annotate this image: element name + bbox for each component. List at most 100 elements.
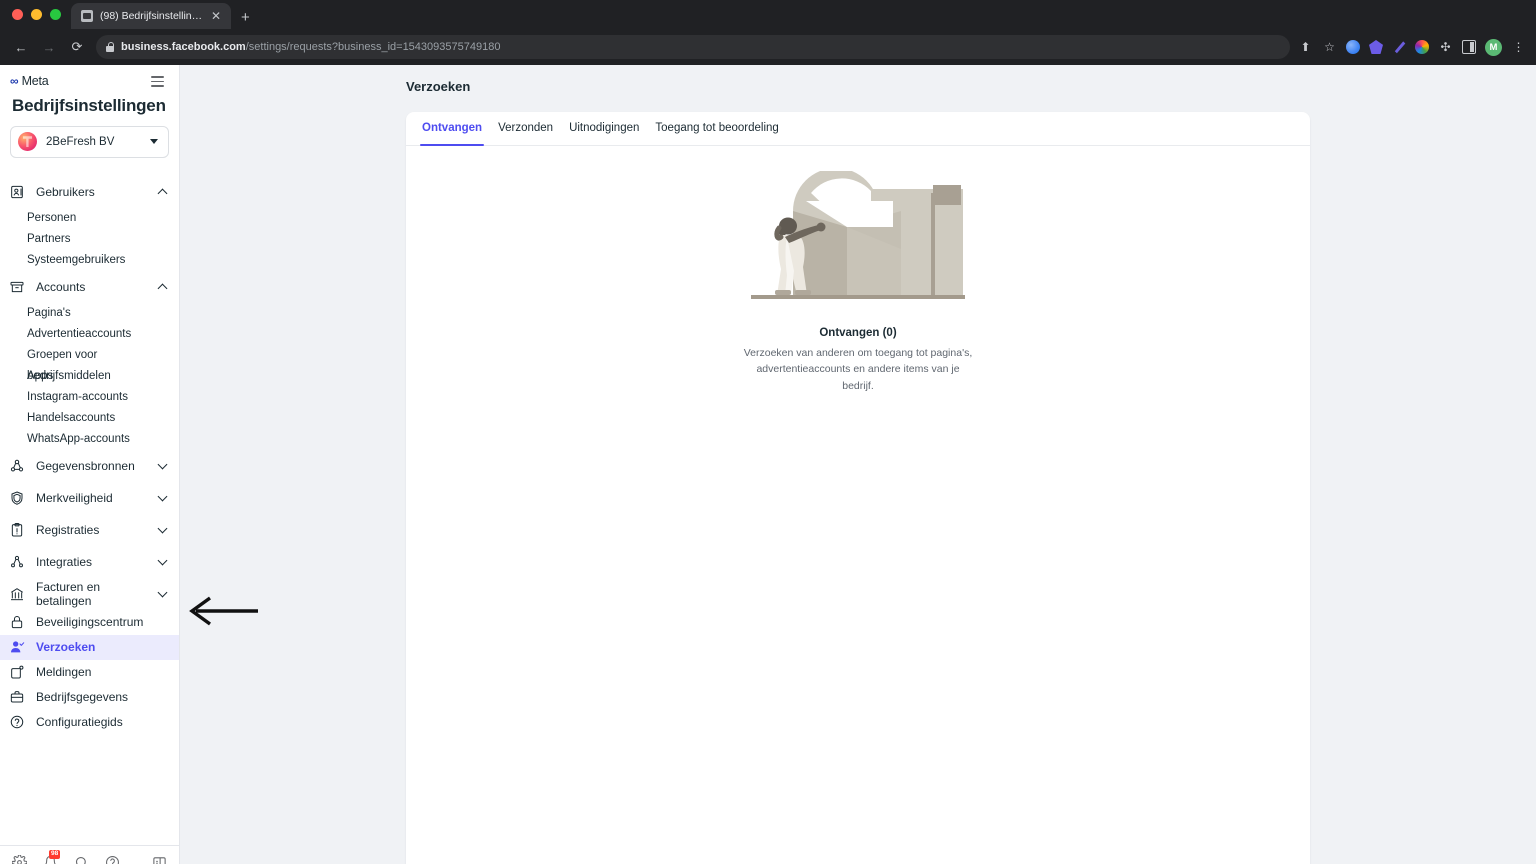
sidebar-item-whatsapp-accounts[interactable]: WhatsApp-accounts (0, 429, 179, 450)
side-panel-icon[interactable] (1462, 40, 1476, 54)
users-card-icon (8, 183, 25, 200)
empty-state: Ontvangen (0) Verzoeken van anderen om t… (406, 146, 1310, 394)
left-pointing-arrow-annotation (188, 596, 260, 631)
sidebar-group-accounts[interactable]: Accounts (0, 271, 179, 303)
tab-ontvangen[interactable]: Ontvangen (414, 112, 490, 146)
sidebar-item-handelsaccounts[interactable]: Handelsaccounts (0, 408, 179, 429)
sidebar-group-registraties[interactable]: Registraties (0, 514, 179, 546)
browser-omnibar: ← → ⟳ business.facebook.com/settings/req… (0, 29, 1536, 65)
sidebar-brand-row: ∞ Meta (0, 65, 179, 92)
sidebar-group-label: Gebruikers (36, 184, 95, 199)
sidebar-item-bedrijfsgegevens[interactable]: Bedrijfsgegevens (0, 685, 179, 710)
sidebar-group-merkveiligheid[interactable]: Merkveiligheid (0, 482, 179, 514)
forward-button[interactable]: → (36, 34, 62, 60)
extension-icon-3[interactable] (1394, 41, 1406, 54)
search-icon[interactable] (74, 854, 89, 864)
sidebar-item-verzoeken[interactable]: Verzoeken (0, 634, 179, 660)
extension-icon-2[interactable] (1369, 40, 1383, 54)
business-avatar (18, 132, 37, 152)
maximize-window-button[interactable] (50, 9, 61, 20)
collapse-panel-icon[interactable] (152, 854, 167, 864)
share-icon[interactable]: ⬆ (1298, 40, 1313, 55)
chevron-up-icon (158, 187, 167, 196)
sidebar-group-label: Registraties (36, 522, 100, 537)
new-tab-button[interactable]: + (241, 10, 250, 25)
sidebar-group-label: Accounts (36, 279, 86, 294)
tab-verzonden[interactable]: Verzonden (490, 112, 561, 146)
back-button[interactable]: ← (8, 34, 34, 60)
sidebar-group-gegevensbronnen[interactable]: Gegevensbronnen (0, 450, 179, 482)
sidebar-item-partners[interactable]: Partners (0, 229, 179, 250)
sidebar-group: Facturen en betalingen (0, 578, 179, 610)
minimize-window-button[interactable] (31, 9, 42, 20)
sidebar-group: Gebruikers Personen Partners Systeemgebruik… (0, 176, 179, 271)
sidebar-nav-leaves: Beveiligingscentrum Verzoeken Meldingen Bed… (0, 610, 179, 735)
clipboard-icon (8, 521, 25, 538)
lock-icon (8, 614, 25, 631)
star-icon[interactable]: ☆ (1322, 40, 1337, 55)
integrations-icon (8, 553, 25, 570)
sidebar-item-advertentieaccounts[interactable]: Advertentieaccounts (0, 324, 179, 345)
profile-avatar[interactable]: M (1485, 38, 1502, 56)
meta-infinity-icon: ∞ (10, 74, 19, 89)
sidebar-group-label: Facturen en betalingen (36, 579, 101, 608)
chevron-down-icon (158, 461, 167, 470)
sidebar-group: Integraties (0, 546, 179, 578)
main-content: Verzoeken Ontvangen Verzonden Uitnodiginge… (180, 65, 1536, 864)
hamburger-menu-icon[interactable] (148, 73, 167, 90)
tab-toegang-tot-beoordeling[interactable]: Toegang tot beoordeling (647, 112, 786, 146)
sidebar-item-label: Verzoeken (36, 640, 96, 655)
data-sources-icon (8, 457, 25, 474)
extension-icon-1[interactable] (1346, 40, 1360, 54)
sidebar-item-configuratiegids[interactable]: Configuratiegids (0, 710, 179, 735)
tab-title: (98) Bedrijfsinstellingen (100, 10, 203, 22)
sidebar-group: Registraties (0, 514, 179, 546)
sidebar-group: Merkveiligheid (0, 482, 179, 514)
notifications-badge: 98 (49, 850, 61, 859)
bank-icon (8, 585, 25, 602)
sidebar-item-instagram-accounts[interactable]: Instagram-accounts (0, 387, 179, 408)
empty-state-title: Ontvangen (0) (819, 327, 897, 339)
chevron-down-icon (158, 525, 167, 534)
window-traffic-lights (10, 0, 71, 29)
requests-card: Ontvangen Verzonden Uitnodigingen Toegang t… (406, 112, 1310, 864)
url-path: /settings/requests?business_id=154309357… (245, 41, 501, 53)
bell-icon[interactable]: 98 (43, 850, 61, 864)
person-looking-into-mailbox-illustration (751, 168, 965, 303)
address-bar[interactable]: business.facebook.com/settings/requests?… (96, 35, 1290, 59)
browser-tab[interactable]: (98) Bedrijfsinstellingen ✕ (71, 3, 231, 29)
sidebar-item-meldingen[interactable]: Meldingen (0, 660, 179, 685)
extensions-puzzle-icon[interactable]: ✣ (1438, 40, 1453, 55)
sidebar-item-label: Bedrijfsgegevens (36, 690, 129, 705)
browser-menu-icon[interactable]: ⋮ (1511, 40, 1526, 55)
sidebar-item-personen[interactable]: Personen (0, 208, 179, 229)
sidebar-item-beveiligingscentrum[interactable]: Beveiligingscentrum (0, 610, 179, 635)
sidebar-item-label: Meldingen (36, 665, 92, 680)
sidebar-group-integraties[interactable]: Integraties (0, 546, 179, 578)
lock-icon (106, 42, 115, 52)
gear-icon[interactable] (12, 854, 27, 864)
help-question-icon[interactable] (105, 854, 120, 864)
sidebar-heading: Bedrijfsinstellingen (12, 95, 166, 115)
page-title: Verzoeken (406, 79, 471, 94)
sidebar-group: Gegevensbronnen (0, 450, 179, 482)
sidebar-item-groepen-voor-bedrijfsmiddelen[interactable]: Groepen voor bedrijfsmiddelen (0, 345, 179, 382)
sidebar-item-label: Configuratiegids (36, 715, 123, 730)
sidebar-item-systeemgebruikers[interactable]: Systeemgebruikers (0, 250, 179, 271)
close-tab-icon[interactable]: ✕ (210, 10, 222, 22)
reload-button[interactable]: ⟳ (64, 34, 90, 60)
requests-tabstrip: Ontvangen Verzonden Uitnodigingen Toegang t… (406, 112, 1310, 146)
tab-uitnodigingen[interactable]: Uitnodigingen (561, 112, 647, 146)
sidebar-nav-groups: Gebruikers Personen Partners Systeemgebruik… (0, 176, 179, 610)
extension-icon-4[interactable] (1415, 40, 1429, 54)
business-selector[interactable]: 2BeFresh BV (10, 125, 169, 158)
sidebar-group-gebruikers[interactable]: Gebruikers (0, 176, 179, 208)
page-body: ∞ Meta Bedrijfsinstellingen 2BeFresh BV … (0, 65, 1536, 864)
sidebar-item-pagina-s[interactable]: Pagina's (0, 303, 179, 324)
archive-box-icon (8, 278, 25, 295)
url-text: business.facebook.com/settings/requests?… (121, 41, 500, 53)
sidebar-group-facturen-en-betalingen[interactable]: Facturen en betalingen (0, 578, 179, 610)
close-window-button[interactable] (12, 9, 23, 20)
sidebar-group-label: Gegevensbronnen (36, 458, 135, 473)
sidebar-group-label: Integraties (36, 554, 93, 569)
